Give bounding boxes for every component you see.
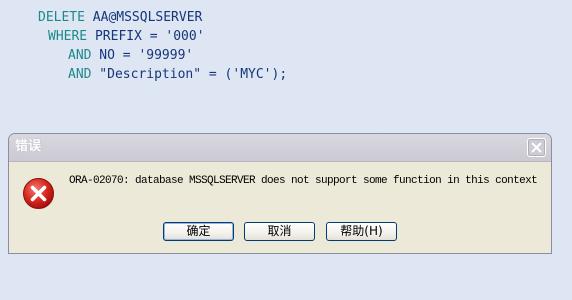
sql-line-and-description: AND "Description" = ('MYC');: [68, 67, 287, 83]
sql-keyword: WHERE: [48, 29, 88, 44]
sql-keyword: AND: [68, 67, 92, 82]
sql-text: "Description" = ('MYC');: [91, 67, 288, 82]
sql-keyword: DELETE: [38, 10, 85, 25]
sql-line-delete: DELETE AA@MSSQLSERVER: [38, 10, 202, 26]
ok-button[interactable]: 确定: [163, 222, 234, 241]
error-icon: [23, 178, 54, 209]
sql-text: PREFIX = '000': [87, 29, 205, 44]
dialog-title: 错误: [15, 139, 42, 154]
close-button[interactable]: [527, 138, 546, 157]
error-dialog: 错误 ORA-02070: database MSSQLSERVER does …: [8, 133, 552, 254]
sql-text: NO = '99999': [91, 48, 194, 63]
dialog-titlebar[interactable]: 错误: [9, 134, 551, 162]
sql-keyword: AND: [68, 48, 92, 63]
help-button[interactable]: 帮助(H): [326, 222, 397, 241]
cancel-button[interactable]: 取消: [244, 222, 315, 241]
sql-text: AA@MSSQLSERVER: [84, 10, 203, 25]
dialog-body: ORA-02070: database MSSQLSERVER does not…: [9, 162, 551, 253]
sql-line-and-no: AND NO = '99999': [68, 48, 193, 64]
close-icon: [531, 142, 542, 153]
sql-line-where: WHERE PREFIX = '000': [48, 29, 205, 45]
error-message: ORA-02070: database MSSQLSERVER does not…: [69, 175, 538, 187]
